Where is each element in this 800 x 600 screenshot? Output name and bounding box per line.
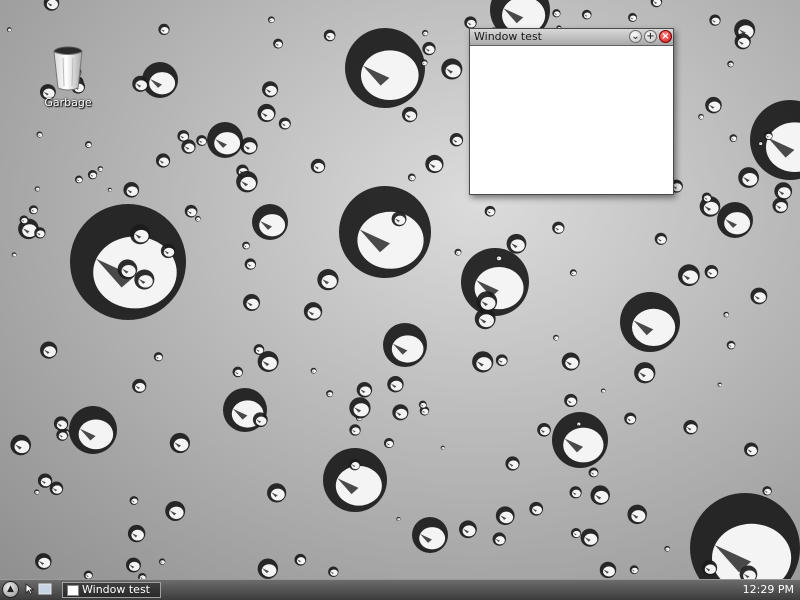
desktop-icon-garbage[interactable]: Garbage [40, 46, 96, 109]
show-desktop-icon[interactable] [38, 583, 52, 595]
trash-can-icon [53, 46, 83, 91]
window-client-area[interactable] [470, 46, 673, 194]
test-window[interactable]: Window test ⌄ + × [469, 28, 674, 195]
window-title: Window test [474, 30, 542, 43]
maximize-button[interactable]: + [644, 30, 657, 43]
taskbar-task-window-test[interactable]: Window test [62, 582, 161, 598]
close-button[interactable]: × [659, 30, 672, 43]
cursor-arrow-icon[interactable] [24, 583, 36, 595]
water-drops-wallpaper [6, 0, 800, 579]
task-label: Window test [82, 583, 150, 596]
taskbar: ▲ Window test 12:29 PM [0, 579, 800, 600]
desktop-icon-label: Garbage [44, 96, 92, 109]
window-titlebar[interactable]: Window test ⌄ + × [470, 29, 673, 46]
minimize-button[interactable]: ⌄ [629, 30, 642, 43]
desktop[interactable]: Garbage Window test ⌄ + × [0, 0, 800, 579]
window-icon [67, 585, 79, 596]
clock: 12:29 PM [742, 583, 794, 596]
start-button[interactable]: ▲ [2, 581, 19, 598]
